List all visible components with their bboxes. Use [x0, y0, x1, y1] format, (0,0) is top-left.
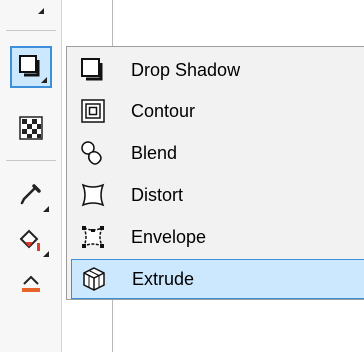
toolbox-separator	[6, 30, 56, 31]
interactive-fill-tool-button[interactable]	[10, 218, 52, 260]
transparency-tool-icon	[19, 116, 43, 140]
menu-item-label: Envelope	[131, 226, 207, 247]
flyout-indicator-icon	[43, 206, 49, 212]
menu-item-extrude[interactable]: Extrude	[71, 259, 364, 299]
menu-item-envelope[interactable]: Envelope	[71, 217, 364, 257]
blend-icon	[73, 134, 113, 172]
menu-item-blend[interactable]: Blend	[71, 133, 364, 173]
app-window: Drop Shadow Contour Blend Distort Envelo…	[0, 0, 364, 352]
document-edge	[112, 300, 113, 352]
toolbox-separator	[6, 160, 56, 161]
menu-item-label: Extrude	[132, 268, 195, 289]
flyout-indicator-icon	[41, 77, 47, 83]
drop-shadow-tool-button[interactable]	[10, 46, 52, 88]
menu-item-label: Blend	[131, 142, 178, 163]
flyout-indicator-icon	[38, 8, 44, 14]
toolbox	[0, 0, 62, 352]
menu-item-distort[interactable]: Distort	[71, 175, 364, 215]
menu-item-label: Drop Shadow	[131, 59, 241, 80]
effects-flyout-menu: Drop Shadow Contour Blend Distort Envelo…	[66, 46, 364, 300]
transparency-tool-button[interactable]	[10, 107, 52, 149]
menu-item-label: Contour	[131, 100, 196, 121]
smart-fill-tool-button[interactable]	[10, 262, 52, 304]
contour-icon	[73, 92, 113, 130]
distort-icon	[73, 176, 113, 214]
eyedropper-tool-icon	[20, 184, 41, 205]
menu-item-label: Distort	[131, 184, 184, 205]
document-edge	[112, 0, 113, 46]
interactive-fill-tool-icon	[19, 229, 40, 251]
eyedropper-tool-button[interactable]	[10, 173, 52, 215]
menu-item-contour[interactable]: Contour	[71, 91, 364, 131]
extrude-icon	[74, 260, 114, 298]
envelope-icon	[73, 218, 113, 256]
flyout-indicator-icon	[43, 251, 49, 257]
drop-shadow-icon	[73, 51, 113, 89]
smart-fill-tool-icon	[22, 275, 40, 292]
menu-item-drop-shadow[interactable]: Drop Shadow	[71, 50, 364, 90]
